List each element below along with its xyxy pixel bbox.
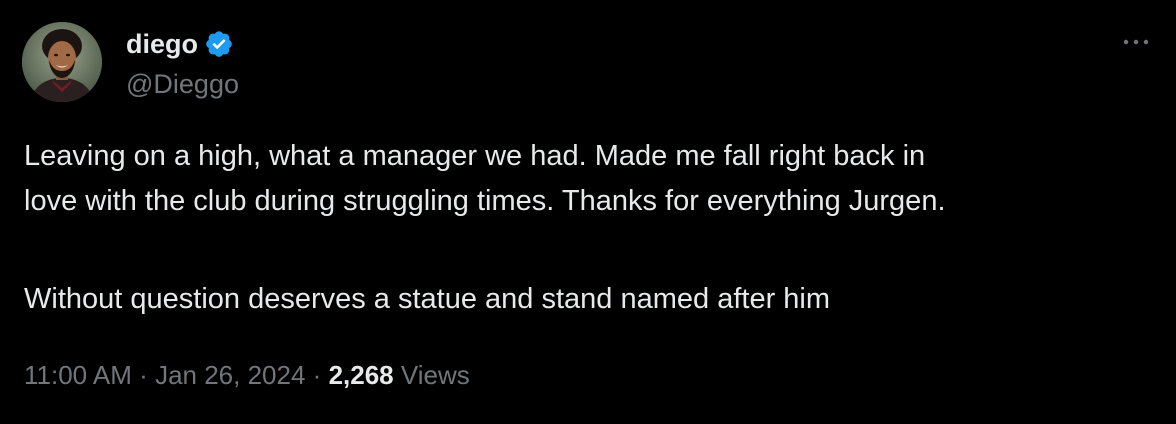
tweet-date[interactable]: Jan 26, 2024 bbox=[155, 360, 305, 390]
tweet-body: Leaving on a high, what a manager we had… bbox=[24, 134, 1154, 322]
more-options-icon[interactable] bbox=[1116, 30, 1156, 54]
views-label[interactable]: Views bbox=[401, 360, 470, 390]
meta-separator: · bbox=[312, 360, 322, 390]
author-name-row[interactable]: diego bbox=[126, 28, 234, 60]
author-handle[interactable]: @Dieggo bbox=[126, 68, 239, 100]
tweet-text-line: love with the club during struggling tim… bbox=[24, 185, 946, 217]
meta-separator: · bbox=[139, 360, 148, 390]
author-name[interactable]: diego bbox=[126, 28, 198, 60]
avatar[interactable] bbox=[22, 22, 102, 102]
verified-badge-icon[interactable] bbox=[204, 29, 234, 59]
views-count[interactable]: 2,268 bbox=[329, 360, 394, 390]
tweet-time[interactable]: 11:00 AM bbox=[24, 360, 132, 390]
tweet-card: diego @Dieggo Leaving on a high, what a … bbox=[0, 0, 1176, 424]
tweet-text-line: Leaving on a high, what a manager we had… bbox=[24, 140, 926, 172]
avatar-image bbox=[22, 22, 102, 102]
tweet-meta: 11:00 AM · Jan 26, 2024 · 2,268 Views bbox=[24, 358, 470, 392]
tweet-text-line: Without question deserves a statue and s… bbox=[24, 283, 831, 315]
